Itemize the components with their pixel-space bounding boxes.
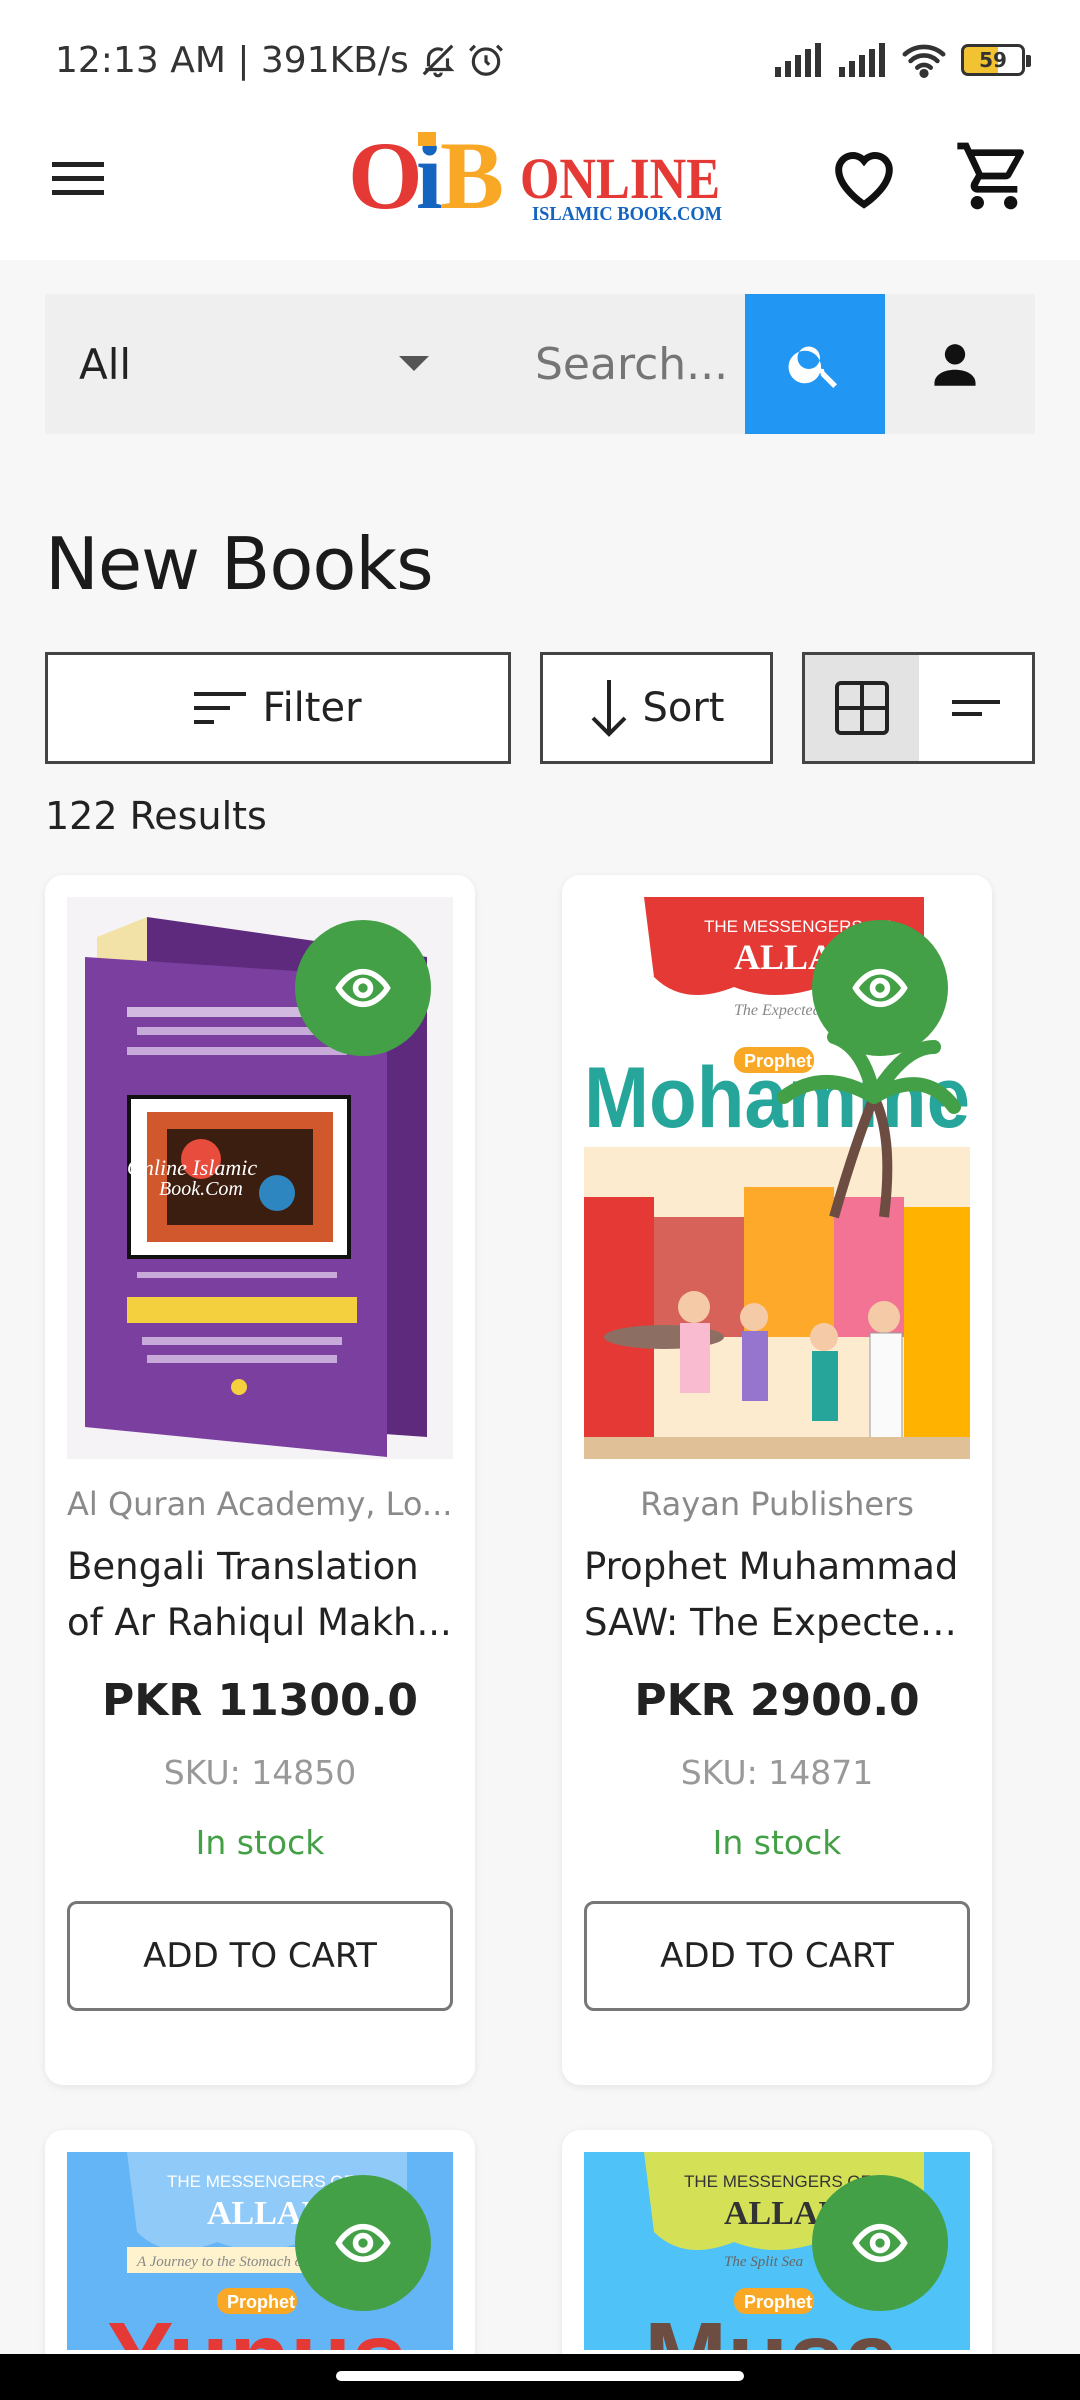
status-bar: 12:13 AM | 391KB/s 59: [0, 0, 1080, 120]
search-input[interactable]: [445, 294, 745, 434]
stock-status: In stock: [712, 1823, 842, 1862]
filter-icon: [194, 692, 247, 724]
account-button[interactable]: [885, 294, 1025, 434]
product-card[interactable]: THE MESSENGERS OF ALLAH A Journey to the…: [45, 2130, 475, 2390]
product-title-line: of Ar Rahiqul Makh...: [67, 1601, 452, 1644]
eye-icon: [335, 968, 391, 1008]
product-toolbar: Filter Sort: [45, 652, 1035, 764]
app-bar: O i B ONLINE ISLAMIC BOOK.COM: [0, 120, 1080, 260]
product-card[interactable]: THE MESSENGERS OF ALLAH The Expected Sa …: [562, 875, 992, 2085]
svg-text:Online Islamic: Online Islamic: [127, 1155, 257, 1180]
results-count: 122 Results: [45, 794, 267, 838]
category-select[interactable]: All: [45, 294, 445, 434]
eye-icon: [852, 968, 908, 1008]
sort-label: Sort: [642, 685, 725, 731]
product-publisher[interactable]: Rayan Publishers: [584, 1485, 970, 1523]
signal-icon: [775, 43, 821, 77]
product-card[interactable]: Online Islamic Book.Com Al Quran Academy…: [45, 875, 475, 2085]
grid-view-button[interactable]: [805, 655, 920, 761]
product-card[interactable]: THE MESSENGERS OF ALLAH The Split Sea Pr…: [562, 2130, 992, 2390]
status-time-speed: 12:13 AM | 391KB/s: [55, 39, 409, 81]
eye-icon: [852, 2223, 908, 2263]
product-title[interactable]: Prophet Muhammad SAW: The Expected...: [584, 1539, 970, 1651]
wifi-icon: [902, 44, 946, 78]
svg-text:The Split Sea: The Split Sea: [724, 2254, 803, 2270]
bell-off-icon: [422, 44, 455, 78]
add-to-cart-button[interactable]: ADD TO CART: [584, 1901, 970, 2011]
quick-view-button[interactable]: [812, 920, 948, 1056]
quick-view-button[interactable]: [295, 920, 431, 1056]
site-logo[interactable]: O i B ONLINE ISLAMIC BOOK.COM: [348, 120, 728, 230]
home-gesture-bar[interactable]: [336, 2371, 744, 2381]
list-icon: [951, 700, 1000, 716]
svg-text:Book.Com: Book.Com: [159, 1178, 243, 1200]
filter-button[interactable]: Filter: [45, 652, 511, 764]
list-view-button[interactable]: [919, 655, 1032, 761]
product-price: PKR 2900.0: [634, 1675, 920, 1726]
arrow-down-icon: [591, 680, 626, 737]
signal-icon-2: [839, 43, 885, 77]
page-content: All New Books Filter Sort: [0, 260, 1080, 2390]
user-icon: [934, 344, 976, 386]
quick-view-button[interactable]: [295, 2175, 431, 2311]
svg-text:O: O: [348, 122, 423, 229]
product-publisher[interactable]: Al Quran Academy, Lo...: [67, 1485, 453, 1523]
product-title-line: SAW: The Expected...: [584, 1601, 970, 1644]
quick-view-button[interactable]: [812, 2175, 948, 2311]
svg-text:Musa: Musa: [644, 2302, 901, 2350]
page-title: New Books: [45, 522, 434, 606]
search-icon: [788, 346, 837, 388]
shopping-cart-icon[interactable]: [954, 136, 1034, 216]
stock-status: In stock: [195, 1823, 325, 1862]
product-sku: SKU: 14850: [163, 1753, 357, 1792]
product-price: PKR 11300.0: [102, 1675, 418, 1726]
status-right: 59: [773, 42, 1031, 78]
filter-label: Filter: [262, 685, 362, 731]
sort-button[interactable]: Sort: [540, 652, 773, 764]
svg-text:A Journey to the Stomach of: A Journey to the Stomach of: [136, 2254, 308, 2270]
search-bar: All: [45, 294, 1035, 434]
caret-down-icon: [399, 356, 429, 371]
system-nav-bar: [0, 2354, 1080, 2400]
product-sku: SKU: 14871: [680, 1753, 874, 1792]
alarm-icon: [468, 44, 503, 76]
search-button[interactable]: [745, 294, 885, 434]
grid-icon: [835, 681, 890, 735]
product-title-line: Prophet Muhammad: [584, 1545, 959, 1588]
add-to-cart-button[interactable]: ADD TO CART: [67, 1901, 453, 2011]
product-title[interactable]: Bengali Translation of Ar Rahiqul Makh..…: [67, 1539, 453, 1651]
heart-icon[interactable]: [826, 138, 902, 214]
status-left: 12:13 AM | 391KB/s: [55, 40, 505, 81]
svg-text:ISLAMIC BOOK.COM: ISLAMIC BOOK.COM: [532, 203, 722, 225]
eye-icon: [335, 2223, 391, 2263]
category-select-value: All: [79, 339, 132, 389]
view-toggle: [802, 652, 1035, 764]
svg-text:Mohamme: Mohamme: [584, 1050, 970, 1146]
svg-text:ONLINE: ONLINE: [520, 146, 720, 211]
hamburger-menu-icon[interactable]: [52, 152, 104, 204]
svg-text:B: B: [440, 122, 504, 229]
product-title-line: Bengali Translation: [67, 1545, 419, 1588]
battery-icon: 59: [961, 44, 1031, 76]
